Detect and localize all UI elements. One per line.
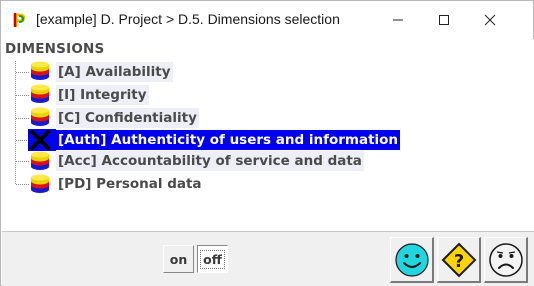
stacked-coins-icon	[31, 84, 49, 103]
tree-branch	[16, 184, 29, 185]
app-logo-icon: P	[11, 10, 29, 32]
minimize-button[interactable]	[375, 1, 421, 39]
tree-item-authenticity[interactable]: [Auth] Authenticity of users and informa…	[56, 130, 401, 150]
warning-question-icon: ?	[441, 242, 476, 277]
window-title: [example] D. Project > D.5. Dimensions s…	[36, 11, 340, 27]
on-button[interactable]: on	[163, 245, 194, 273]
maximize-button[interactable]	[421, 1, 467, 39]
stacked-coins-icon	[31, 107, 49, 126]
on-button-label: on	[169, 251, 188, 267]
tree-branch	[16, 95, 29, 96]
tree-item-accountability[interactable]: [Acc] Accountability of service and data	[56, 151, 364, 171]
bottom-toolbar: on off ?	[2, 231, 534, 286]
dimensions-tree[interactable]: DIMENSIONS [A] Availability [I] Integrit…	[2, 39, 534, 231]
close-button[interactable]	[467, 1, 513, 39]
excluded-x-icon	[29, 130, 51, 150]
help-button[interactable]: ?	[437, 237, 481, 283]
tree-connector-line	[15, 61, 16, 184]
cancel-button[interactable]	[484, 237, 528, 283]
smiley-happy-icon	[394, 242, 429, 277]
svg-text:?: ?	[453, 251, 463, 272]
accept-button[interactable]	[390, 237, 434, 283]
off-button-label: off	[200, 249, 225, 269]
tree-branch	[16, 161, 29, 162]
tree-root-label[interactable]: DIMENSIONS	[5, 41, 104, 57]
smiley-sad-icon	[488, 242, 523, 277]
stacked-coins-icon	[31, 61, 49, 80]
title-bar[interactable]: P [example] D. Project > D.5. Dimensions…	[1, 1, 533, 39]
maximize-icon	[439, 15, 449, 25]
close-icon	[484, 14, 496, 26]
off-button[interactable]: off	[197, 245, 228, 273]
tree-item-personal-data[interactable]: [PD] Personal data	[56, 174, 204, 194]
tree-branch	[16, 118, 29, 119]
stacked-coins-icon	[31, 174, 49, 193]
tree-item-integrity[interactable]: [I] Integrity	[56, 85, 149, 105]
minimize-icon	[393, 19, 403, 21]
tree-item-confidentiality[interactable]: [C] Confidentiality	[56, 108, 199, 128]
tree-branch	[16, 72, 29, 73]
tree-item-availability[interactable]: [A] Availability	[56, 62, 173, 82]
dialog-window: P [example] D. Project > D.5. Dimensions…	[0, 0, 534, 286]
stacked-coins-icon	[31, 151, 49, 170]
